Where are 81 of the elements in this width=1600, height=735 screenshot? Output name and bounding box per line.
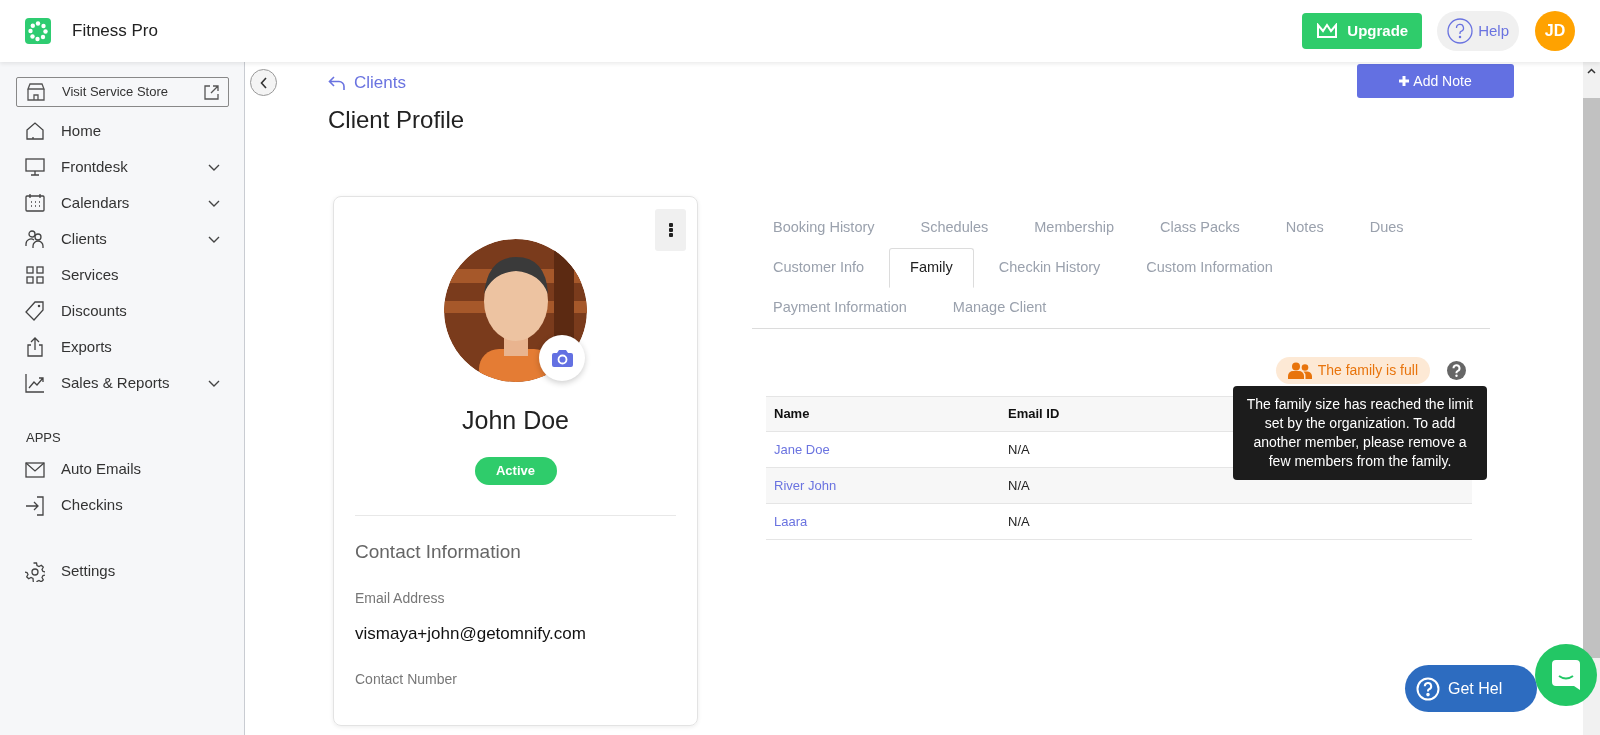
field-value: vismaya+john@getomnify.com [355, 623, 587, 645]
chart-icon [25, 373, 45, 393]
nav-item[interactable]: Home [16, 113, 228, 149]
tab[interactable]: Schedules [899, 208, 1010, 248]
field-label: Contact Number [355, 669, 458, 689]
table-cell: N/A [1008, 477, 1030, 493]
tab[interactable]: Payment Information [752, 288, 928, 328]
tab[interactable]: Class Packs [1139, 208, 1261, 248]
nav-item[interactable]: Services [16, 257, 228, 293]
service-store-button[interactable]: Visit Service Store [16, 77, 229, 107]
nav-item[interactable]: Frontdesk [16, 149, 228, 185]
section-heading: Contact Information [355, 539, 522, 564]
get-help-button[interactable]: Get Hel [1405, 665, 1537, 712]
upload-icon [25, 337, 45, 357]
nav-item[interactable]: Discounts [16, 293, 228, 329]
column-header: Name [774, 406, 810, 422]
back-arrow-icon [328, 74, 346, 91]
people-icon [25, 229, 45, 249]
help-button[interactable]: Help [1437, 11, 1519, 51]
store-icon [26, 83, 46, 101]
chevron-down-icon [208, 199, 220, 207]
more-vertical-icon [668, 223, 673, 237]
tab[interactable]: Membership [1013, 208, 1136, 248]
external-link-icon [204, 84, 219, 100]
crown-icon [1316, 23, 1339, 39]
nav-item[interactable]: Clients [16, 221, 228, 257]
logo-icon [25, 18, 51, 44]
tab[interactable]: Manage Client [931, 288, 1068, 328]
grid-icon [25, 265, 45, 285]
home-icon [25, 121, 45, 141]
nav-item[interactable]: Settings [16, 553, 228, 590]
tab[interactable]: Custom Information [1125, 248, 1294, 288]
tab[interactable]: Checkin History [977, 248, 1122, 288]
people-icon [1287, 362, 1312, 379]
tab[interactable]: Booking History [752, 208, 896, 248]
chevron-down-icon [208, 379, 220, 387]
chevron-down-icon [208, 163, 220, 171]
tab[interactable]: Family [889, 248, 974, 288]
sign-in-icon [25, 495, 45, 516]
nav-item[interactable]: Auto Emails [16, 451, 228, 488]
question-icon [1416, 676, 1440, 701]
app-name: Fitness Pro [72, 20, 158, 43]
collapse-sidebar-button[interactable] [250, 69, 277, 96]
add-note-button[interactable]: Add Note [1357, 64, 1514, 98]
member-name-link[interactable]: River John [774, 477, 837, 493]
tab[interactable]: Dues [1348, 208, 1425, 248]
scroll-up-icon[interactable] [1587, 68, 1596, 74]
client-name: John Doe [462, 405, 569, 436]
scrollbar[interactable] [1583, 62, 1600, 735]
more-button[interactable] [655, 209, 686, 251]
question-icon [1447, 18, 1474, 44]
member-name-link[interactable]: Laara [774, 513, 808, 529]
family-full-badge: The family is full [1275, 357, 1430, 384]
tab[interactable]: Notes [1264, 208, 1345, 248]
nav-item[interactable]: Sales & Reports [16, 365, 228, 401]
camera-icon [551, 349, 573, 367]
field-label: Email Address [355, 589, 446, 608]
camera-button[interactable] [539, 335, 585, 381]
chevron-left-icon [259, 76, 268, 89]
nav-item[interactable]: Calendars [16, 185, 228, 221]
page-title: Client Profile [328, 105, 466, 135]
help-icon[interactable] [1447, 361, 1466, 380]
monitor-icon [25, 157, 45, 177]
tooltip: The family size has reached the limit set by the organization. To add another member, please remove a few members from the family. [1233, 386, 1487, 480]
mail-icon [25, 459, 45, 480]
member-name-link[interactable]: Jane Doe [774, 441, 830, 457]
column-header: Email ID [1008, 406, 1060, 422]
table-cell: N/A [1008, 441, 1030, 457]
back-link[interactable]: Clients [328, 70, 406, 96]
tag-icon [25, 301, 45, 321]
chat-icon [1552, 660, 1580, 690]
nav-item[interactable]: Exports [16, 329, 228, 365]
status-badge: Active [474, 456, 557, 485]
plus-icon [1399, 76, 1410, 86]
gear-icon [25, 561, 45, 582]
nav-item[interactable]: Checkins [16, 487, 228, 524]
tab[interactable]: Customer Info [752, 248, 886, 288]
calendar-icon [25, 193, 45, 213]
section-heading: APPS [26, 429, 62, 447]
chevron-down-icon [208, 235, 220, 243]
table-cell: N/A [1008, 513, 1030, 529]
